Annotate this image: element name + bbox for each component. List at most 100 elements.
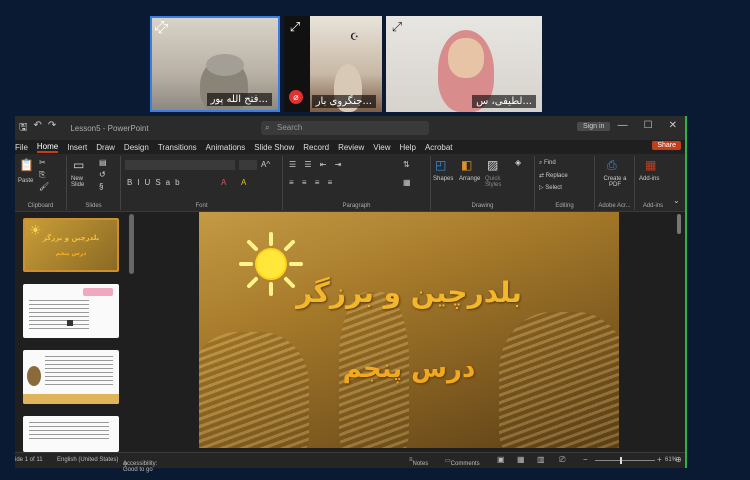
participant-tile-4[interactable]: ⤢ لطیفی، س... (386, 16, 542, 112)
collapse-ribbon-icon[interactable]: ⌄ (673, 196, 680, 205)
zoom-slider[interactable] (595, 460, 655, 461)
find-label: Find (544, 160, 556, 166)
reading-view-icon[interactable]: ▥ (537, 455, 545, 464)
addins-icon[interactable]: ▦ (645, 158, 656, 172)
slide-thumbnail-1[interactable]: ☀ بلدرچین و برزگر درس پنجم (23, 218, 119, 272)
find-button[interactable]: ⌕ Find (539, 160, 556, 167)
group-addins: ▦ Add-ins Add-ins (635, 156, 671, 210)
quick-styles-icon[interactable]: ▨ (487, 158, 498, 172)
thumb-wheat-strip (23, 394, 119, 404)
align-icons[interactable]: ≡ ≡ ≡ ≡ (289, 178, 335, 187)
layout-icon[interactable]: ▤ (99, 158, 107, 167)
slide-thumbnail-4[interactable] (23, 416, 119, 452)
highlight-icon[interactable]: A (241, 178, 246, 187)
list-icons[interactable]: ☰ ☰ ⇤ ⇥ (289, 160, 344, 169)
group-drawing: ◰ Shapes ◧ Arrange ▨ Quick Styles ◈ Draw… (431, 156, 535, 210)
group-font: A^ BIUSab A A Font (121, 156, 283, 210)
reset-icon[interactable]: ↺ (99, 170, 106, 179)
slideshow-icon[interactable]: ⎚ (559, 455, 565, 465)
slide-counter: ide 1 of 11 (15, 457, 43, 463)
zoom-in-icon[interactable]: + (657, 455, 662, 464)
tab-animations[interactable]: Animations (206, 143, 246, 152)
slide-thumbnail-3[interactable] (23, 350, 119, 404)
workspace: ☀ بلدرچین و برزگر درس پنجم بلدرچین و برز… (15, 212, 685, 452)
quick-access-toolbar: 🖫 ↶ ↷ (19, 120, 56, 137)
create-pdf-icon[interactable]: ⎙ (607, 158, 617, 173)
zoom-out-icon[interactable]: − (583, 455, 588, 464)
slide-sorter-icon[interactable]: ▦ (517, 455, 525, 464)
expand-icon[interactable]: ⤢ (388, 18, 406, 36)
search-box[interactable]: Search (261, 121, 429, 135)
participant-tile-1[interactable]: ⤢ فتح الله پور... (150, 16, 280, 112)
shape-fill-icon[interactable]: ◈ (515, 158, 521, 167)
group-editing: ⌕ Find ⇄ Replace ▷ Select Editing (535, 156, 595, 210)
new-slide-label: New Slide (71, 176, 85, 188)
comments-label: Comments (450, 461, 480, 467)
fit-slide-icon[interactable]: ⊕ (675, 455, 682, 464)
tab-view[interactable]: View (373, 143, 390, 152)
zoom-slider-handle[interactable] (620, 457, 622, 464)
comments-button[interactable]: ▭ Comments (445, 457, 480, 467)
tab-help[interactable]: Help (400, 143, 416, 152)
addins-label: Add-ins (639, 176, 660, 182)
tab-home[interactable]: Home (36, 142, 59, 153)
font-size-select[interactable] (239, 160, 257, 170)
tab-slide-show[interactable]: Slide Show (254, 143, 294, 152)
wall-calligraphy-icon: ☪ (350, 32, 359, 43)
tab-transitions[interactable]: Transitions (158, 143, 197, 152)
tab-review[interactable]: Review (338, 143, 364, 152)
font-format-icons[interactable]: BIUSab (127, 178, 185, 187)
text-direction-icon[interactable]: ⇅ (403, 160, 410, 169)
share-button[interactable]: Share (652, 141, 681, 150)
tab-draw[interactable]: Draw (96, 143, 115, 152)
thumb-title: بلدرچین و برزگر (42, 234, 100, 242)
section-icon[interactable]: § (99, 182, 103, 191)
close-icon[interactable]: ✕ (669, 120, 677, 131)
expand-icon[interactable]: ⤢ (286, 18, 304, 36)
tab-insert[interactable]: Insert (67, 143, 87, 152)
ribbon-tabs: File Home Insert Draw Design Transitions… (15, 140, 685, 154)
font-name-select[interactable] (125, 160, 235, 170)
tab-file[interactable]: File (15, 143, 28, 152)
slide-scrollbar[interactable] (677, 214, 681, 234)
redo-icon[interactable]: ↷ (48, 120, 56, 137)
current-slide[interactable]: بلدرچین و برزگر درس پنجم (199, 212, 619, 448)
tab-record[interactable]: Record (303, 143, 329, 152)
sign-in-button[interactable]: Sign in (577, 122, 611, 131)
minimize-icon[interactable]: — (618, 120, 628, 131)
smartart-icon[interactable]: ▦ (403, 178, 411, 187)
group-label: Clipboard (27, 203, 54, 209)
quick-styles-label: Quick Styles (485, 176, 502, 188)
thumbnail-scrollbar[interactable] (129, 214, 134, 274)
maximize-icon[interactable]: ☐ (644, 120, 653, 131)
replace-button[interactable]: ⇄ Replace (539, 172, 568, 179)
expand-icon[interactable]: ⤢ (154, 18, 164, 34)
participant-name: لطیفی، س... (472, 95, 536, 108)
participant-name: فتح الله پور... (206, 93, 272, 106)
format-painter-icon[interactable]: 🖌 (39, 182, 49, 191)
copy-icon[interactable]: ⎘ (39, 170, 45, 180)
cut-icon[interactable]: ✂ (39, 158, 46, 167)
save-icon[interactable]: 🖫 (19, 120, 28, 137)
paste-icon[interactable]: 📋 (19, 158, 34, 172)
normal-view-icon[interactable]: ▣ (497, 455, 505, 464)
new-slide-icon[interactable]: ▭ (73, 158, 84, 172)
notes-button[interactable]: ≡ Notes (409, 457, 428, 467)
title-bar: 🖫 ↶ ↷ Lesson5 - PowerPoint Search Sign i… (15, 116, 685, 140)
grow-font-icon[interactable]: A^ (261, 160, 270, 169)
tab-design[interactable]: Design (124, 143, 149, 152)
slide-thumbnail-2[interactable] (23, 284, 119, 338)
shapes-icon[interactable]: ◰ (435, 158, 446, 172)
accessibility-label: Accessibility: Good to go (123, 461, 158, 473)
participant-tile-3[interactable]: ☪ جنگروی بار... (310, 16, 382, 112)
thumb-media-icon (67, 320, 73, 326)
tab-acrobat[interactable]: Acrobat (425, 143, 453, 152)
undo-icon[interactable]: ↶ (34, 120, 42, 137)
select-button[interactable]: ▷ Select (539, 184, 562, 191)
arrange-icon[interactable]: ◧ (461, 158, 472, 172)
participant-tile-2[interactable]: ⤢ ⌀ (284, 16, 310, 112)
status-bar: ide 1 of 11 English (United States) ⚲ Ac… (15, 452, 685, 473)
thumb-text-lines (29, 422, 109, 442)
font-color-icon[interactable]: A (221, 178, 226, 187)
group-label: Add-ins (642, 203, 664, 209)
